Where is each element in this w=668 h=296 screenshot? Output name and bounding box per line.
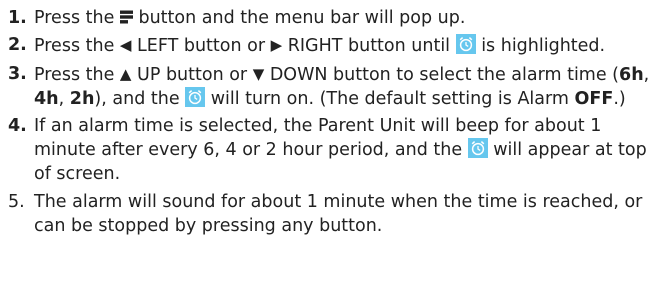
step-text: Press the ▲ UP button or ▼ DOWN button t…	[34, 62, 660, 111]
alarm-instructions-list: 1. Press the button and the menu bar wil…	[8, 6, 660, 238]
step-text: Press the button and the menu bar will p…	[34, 6, 660, 30]
left-triangle-icon: ◀	[119, 36, 132, 54]
step-number: 2.	[8, 35, 27, 55]
text-fragment: The alarm will sound for about 1 minute …	[34, 192, 643, 236]
alarm-option-4h: 4h	[34, 89, 59, 109]
text-fragment: ,	[58, 89, 70, 109]
alarm-clock-icon	[467, 138, 488, 158]
step-4: 4. If an alarm time is selected, the Par…	[8, 114, 660, 186]
step-number: 3.	[8, 64, 27, 84]
step-number: 4.	[8, 116, 27, 136]
step-text: Press the ◀ LEFT button or ▶ RIGHT butto…	[34, 33, 660, 58]
text-fragment: ), and the	[94, 89, 186, 109]
alarm-option-2h: 2h	[69, 89, 95, 109]
text-fragment: will turn on. (The default setting is Al…	[205, 89, 575, 109]
step-2: 2. Press the ◀ LEFT button or ▶ RIGHT bu…	[8, 33, 660, 58]
step-5: 5. The alarm will sound for about 1 minu…	[8, 190, 660, 238]
text-fragment: Press the	[34, 65, 120, 85]
text-fragment: ,	[643, 65, 650, 85]
instruction-page: 1. Press the button and the menu bar wil…	[0, 0, 668, 296]
text-fragment: Press the	[34, 8, 120, 28]
menu-icon	[119, 10, 133, 24]
step-1: 1. Press the button and the menu bar wil…	[8, 6, 660, 30]
text-fragment: Press the	[34, 36, 120, 56]
alarm-clock-icon	[185, 87, 206, 107]
up-triangle-icon: ▲	[119, 65, 132, 83]
alarm-clock-icon	[455, 34, 476, 54]
down-triangle-icon: ▼	[252, 65, 265, 83]
step-number: 5.	[8, 192, 25, 212]
step-3: 3. Press the ▲ UP button or ▼ DOWN butto…	[8, 62, 660, 111]
step-text: The alarm will sound for about 1 minute …	[34, 190, 660, 238]
step-number: 1.	[8, 8, 27, 28]
text-fragment: DOWN button to select the alarm time (	[264, 65, 620, 85]
step-text: If an alarm time is selected, the Parent…	[34, 114, 660, 186]
text-fragment: .)	[613, 89, 626, 109]
alarm-off-label: OFF	[574, 89, 614, 109]
text-fragment: LEFT button or	[131, 36, 271, 56]
text-fragment: button and the menu bar will pop up.	[132, 8, 466, 28]
alarm-option-6h: 6h	[619, 65, 644, 85]
right-triangle-icon: ▶	[270, 36, 283, 54]
text-fragment: RIGHT button until	[282, 36, 456, 56]
text-fragment: is highlighted.	[475, 36, 606, 56]
text-fragment: UP button or	[131, 65, 253, 85]
